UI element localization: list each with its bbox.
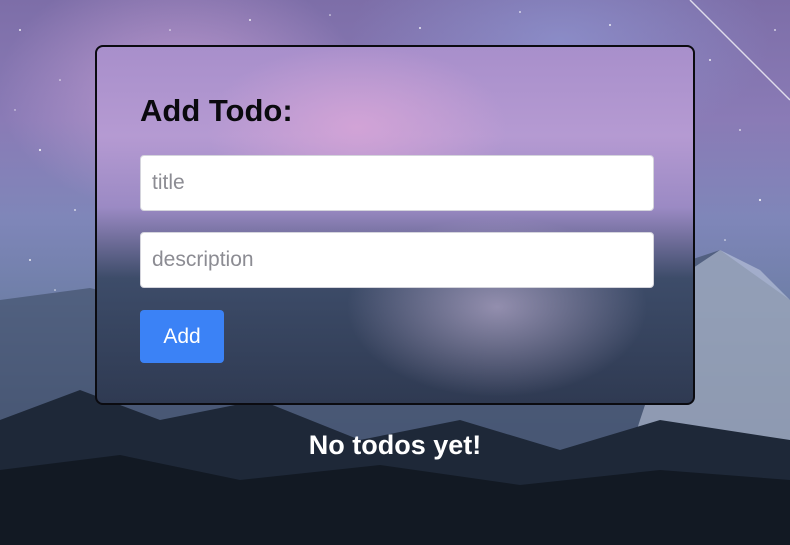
add-todo-card: Add Todo: Add	[95, 45, 695, 405]
add-todo-heading: Add Todo:	[140, 93, 293, 128]
add-button[interactable]: Add	[140, 310, 224, 363]
empty-todos-message: No todos yet!	[308, 430, 482, 460]
title-input[interactable]	[140, 155, 654, 211]
description-input[interactable]	[140, 232, 654, 288]
